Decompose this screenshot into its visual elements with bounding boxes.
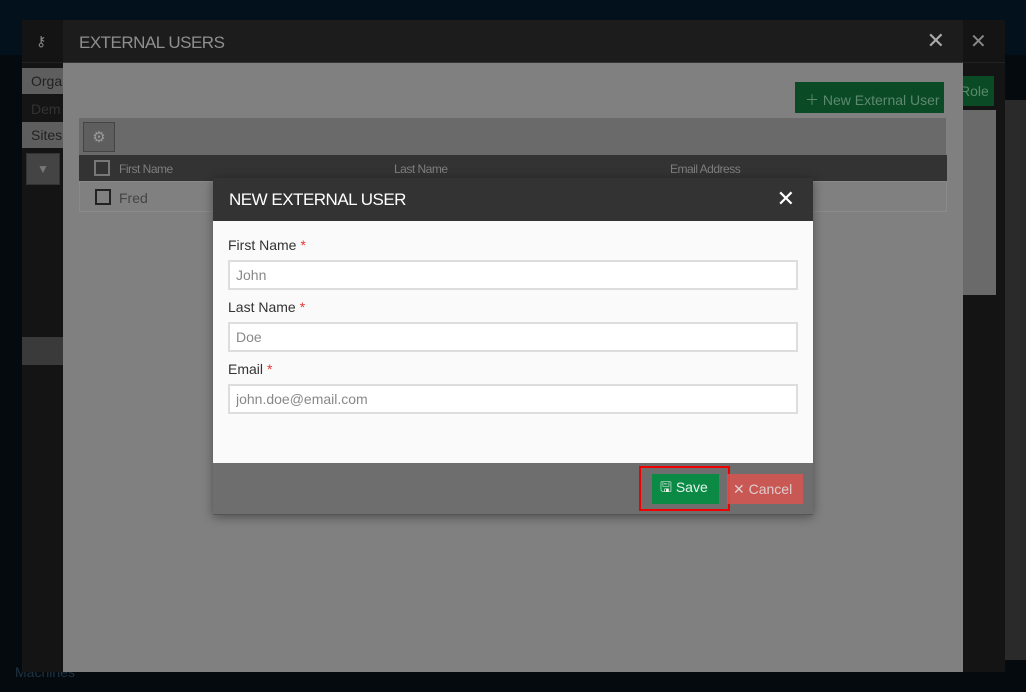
- save-icon: 🖫: [660, 479, 672, 495]
- new-external-user-label: New External User: [822, 92, 940, 108]
- roles-table: [960, 110, 996, 295]
- save-label: Save: [675, 479, 708, 495]
- background-image: [1004, 100, 1026, 660]
- gear-icon: ⚙: [92, 129, 106, 146]
- close-icon[interactable]: ✕: [970, 29, 987, 54]
- filter-button[interactable]: ▼: [26, 153, 60, 185]
- email-label: Email *: [228, 361, 798, 377]
- modal-title: EXTERNAL USERS: [63, 20, 963, 63]
- last-name-input[interactable]: [228, 322, 798, 352]
- label-text: Last Name: [228, 299, 296, 315]
- required-marker: *: [267, 361, 273, 377]
- filter-icon: ▼: [37, 162, 49, 176]
- column-email[interactable]: Email Address: [670, 162, 741, 176]
- column-last-name[interactable]: Last Name: [394, 162, 448, 176]
- new-external-user-button[interactable]: ＋ New External User: [795, 82, 944, 113]
- new-external-user-dialog: NEW EXTERNAL USER ✕ First Name* Last Nam…: [213, 178, 813, 515]
- close-icon[interactable]: ✕: [927, 28, 945, 54]
- label-text: First Name: [228, 237, 297, 253]
- close-icon: ✕: [733, 480, 745, 497]
- dialog-title: NEW EXTERNAL USER: [213, 178, 813, 221]
- row-checkbox[interactable]: [95, 189, 111, 205]
- dialog-footer: 🖫 Save ✕ Cancel: [213, 463, 813, 515]
- required-marker: *: [300, 237, 306, 253]
- save-button[interactable]: 🖫 Save: [652, 474, 719, 504]
- column-first-name[interactable]: First Name: [119, 162, 173, 176]
- dialog-body: First Name* Last Name* Email*: [213, 221, 813, 463]
- cancel-button[interactable]: ✕ Cancel: [727, 474, 803, 504]
- cell-first-name: Fred: [119, 190, 148, 206]
- plus-icon: ＋: [805, 92, 819, 108]
- cancel-label: Cancel: [748, 480, 793, 497]
- settings-button[interactable]: ⚙: [83, 122, 115, 152]
- close-icon[interactable]: ✕: [777, 186, 795, 212]
- last-name-label: Last Name *: [228, 299, 798, 315]
- label-text: Email: [228, 361, 264, 377]
- required-marker: *: [299, 299, 306, 315]
- first-name-input[interactable]: [228, 260, 798, 290]
- email-input[interactable]: [228, 384, 798, 414]
- key-icon: ⚷: [36, 33, 47, 49]
- first-name-label: First Name *: [228, 237, 798, 253]
- grid-toolbar: ⚙: [79, 118, 946, 155]
- select-all-checkbox[interactable]: [94, 160, 110, 176]
